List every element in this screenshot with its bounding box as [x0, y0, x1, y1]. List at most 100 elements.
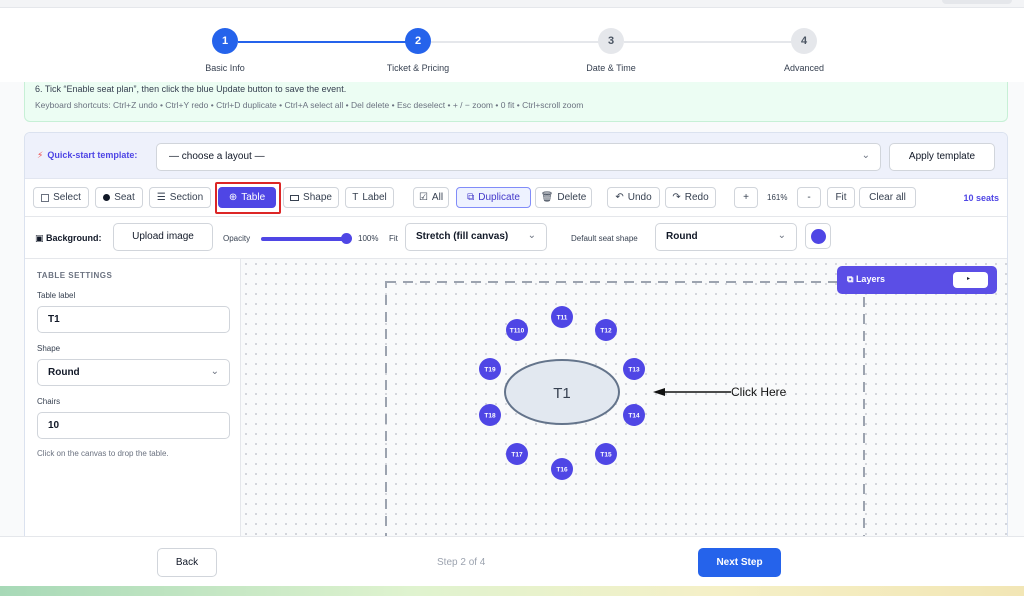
- seat-map-builder: ⚡ Quick-start template: — choose a layout…: [24, 132, 1008, 536]
- back-button[interactable]: Back: [157, 548, 217, 577]
- quick-start-label-text: Quick-start template:: [47, 150, 138, 160]
- template-select[interactable]: — choose a layout — ⌄: [156, 143, 881, 171]
- step-number: 3: [598, 28, 624, 54]
- trash-icon: 🗑︎: [540, 192, 554, 203]
- opacity-value: 100%: [358, 234, 379, 243]
- background-row: ▣ Background: Upload image Opacity 100% …: [25, 217, 1007, 259]
- tool-row: Select Seat ☰ Section ⊕ Table Shape T La…: [25, 179, 1007, 217]
- instructions-notice: 6. Tick “Enable seat plan”, then click t…: [24, 82, 1008, 122]
- step-ticket-pricing[interactable]: 2 Ticket & Pricing: [358, 28, 478, 73]
- step-basic-info[interactable]: 1 Basic Info: [165, 28, 285, 73]
- chairs-label: Chairs: [37, 397, 61, 406]
- fit-button[interactable]: Fit: [827, 187, 855, 208]
- seat-shape-select[interactable]: Round ⌄: [655, 223, 797, 251]
- undo-label: Undo: [627, 192, 652, 203]
- chevron-down-icon: ⌄: [527, 230, 536, 241]
- table-label-input[interactable]: T1: [37, 306, 230, 333]
- annotation-text: Click Here: [731, 385, 787, 399]
- os-taskbar: [0, 586, 1024, 596]
- rectangle-icon: [290, 194, 300, 201]
- seat-map-canvas[interactable]: T1 T11 T12 T13 T14 T15 T16 T17 T18 T19 T110 Click…: [241, 259, 1007, 536]
- table-label-label: Table label: [37, 291, 76, 300]
- color-swatch: [811, 229, 826, 244]
- chevron-down-icon: ⌄: [861, 150, 870, 161]
- wizard-stepper: 1 Basic Info 2 Ticket & Pricing 3 Date &…: [0, 8, 1024, 82]
- upload-image-button[interactable]: Upload image: [113, 223, 213, 251]
- select-all-label: All: [431, 192, 444, 203]
- browser-top-sliver: [0, 0, 1024, 8]
- select-tool-label: Select: [53, 192, 81, 203]
- chevron-down-icon: ⌄: [777, 230, 786, 241]
- label-tool-button[interactable]: T Label: [345, 187, 394, 208]
- delete-button[interactable]: 🗑︎ Delete: [535, 187, 592, 208]
- zoom-in-button[interactable]: +: [734, 187, 758, 208]
- section-tool-label: Section: [169, 192, 204, 203]
- redo-button[interactable]: ↷ Redo: [665, 187, 716, 208]
- table-hint: Click on the canvas to drop the table.: [37, 449, 169, 458]
- shape-tool-button[interactable]: Shape: [283, 187, 339, 208]
- chair-label: T13: [628, 367, 640, 374]
- checkbox-icon: ☑: [418, 192, 428, 203]
- undo-icon: ↶: [615, 192, 624, 203]
- layers-label: Layers: [855, 274, 885, 284]
- opacity-slider[interactable]: [261, 237, 347, 241]
- seat-count: 10 seats: [963, 193, 999, 203]
- table-settings-panel: TABLE SETTINGS Table label T1 Shape Roun…: [25, 259, 241, 536]
- lightning-icon: ⚡: [37, 150, 44, 160]
- highlight-box: [215, 182, 281, 214]
- step-number: 2: [405, 28, 431, 54]
- tab-edge: [942, 0, 1012, 4]
- select-icon: [41, 193, 50, 202]
- redo-icon: ↷: [672, 192, 681, 203]
- apply-template-button[interactable]: Apply template: [889, 143, 995, 171]
- background-label: ▣ Background:: [35, 233, 102, 244]
- duplicate-label: Duplicate: [478, 192, 520, 203]
- chair-label: T12: [600, 328, 612, 335]
- quick-start-label: ⚡ Quick-start template:: [37, 150, 137, 161]
- step-label: Ticket & Pricing: [386, 63, 450, 73]
- section-icon: ☰: [156, 192, 166, 203]
- image-icon: ▣: [35, 233, 47, 243]
- quick-start-row: ⚡ Quick-start template: — choose a layout…: [25, 133, 1007, 179]
- step-label: Date & Time: [586, 63, 636, 73]
- seat-color-picker[interactable]: [805, 223, 831, 249]
- play-icon: ▸: [967, 276, 971, 282]
- shape-tool-label: Shape: [303, 192, 332, 203]
- chevron-down-icon: ⌄: [210, 366, 219, 377]
- clear-all-button[interactable]: Clear all: [859, 187, 916, 208]
- layers-panel[interactable]: ⧉ Layers ▸: [837, 266, 997, 294]
- select-all-button[interactable]: ☑ All: [413, 187, 449, 208]
- fit-select[interactable]: Stretch (fill canvas) ⌄: [405, 223, 547, 251]
- main-content: 6. Tick “Enable seat plan”, then click t…: [0, 82, 1024, 536]
- chair-label: T19: [484, 367, 496, 374]
- opacity-label: Opacity: [223, 234, 251, 243]
- delete-label: Delete: [557, 192, 587, 203]
- step-date-time[interactable]: 3 Date & Time: [551, 28, 671, 73]
- chair-label: T14: [628, 413, 640, 420]
- arrowhead-icon: [653, 388, 665, 396]
- duplicate-button[interactable]: ⧉ Duplicate: [456, 187, 531, 208]
- step-number: 1: [212, 28, 238, 54]
- step-label: Advanced: [783, 63, 825, 73]
- step-number: 4: [791, 28, 817, 54]
- undo-button[interactable]: ↶ Undo: [607, 187, 660, 208]
- select-tool-button[interactable]: Select: [33, 187, 89, 208]
- template-select-value: — choose a layout —: [169, 151, 265, 162]
- seat-tool-button[interactable]: Seat: [95, 187, 143, 208]
- chair-label: T18: [484, 413, 496, 420]
- next-step-button[interactable]: Next Step: [698, 548, 781, 577]
- layers-toggle[interactable]: ▸: [953, 272, 988, 288]
- chair-label: T11: [557, 315, 568, 322]
- layers-icon: ⧉: [847, 274, 856, 284]
- opacity-slider-handle[interactable]: [341, 233, 352, 244]
- chair-label: T110: [510, 328, 525, 335]
- redo-label: Redo: [684, 192, 709, 203]
- shape-select[interactable]: Round ⌄: [37, 359, 230, 386]
- chairs-input[interactable]: 10: [37, 412, 230, 439]
- zoom-out-button[interactable]: -: [797, 187, 821, 208]
- section-tool-button[interactable]: ☰ Section: [149, 187, 211, 208]
- step-advanced[interactable]: 4 Advanced: [744, 28, 864, 73]
- fit-select-value: Stretch (fill canvas): [416, 231, 509, 242]
- fit-label: Fit: [389, 234, 398, 243]
- canvas-drawing: T1 T11 T12 T13 T14 T15 T16 T17 T18 T19 T110 Click…: [385, 281, 865, 536]
